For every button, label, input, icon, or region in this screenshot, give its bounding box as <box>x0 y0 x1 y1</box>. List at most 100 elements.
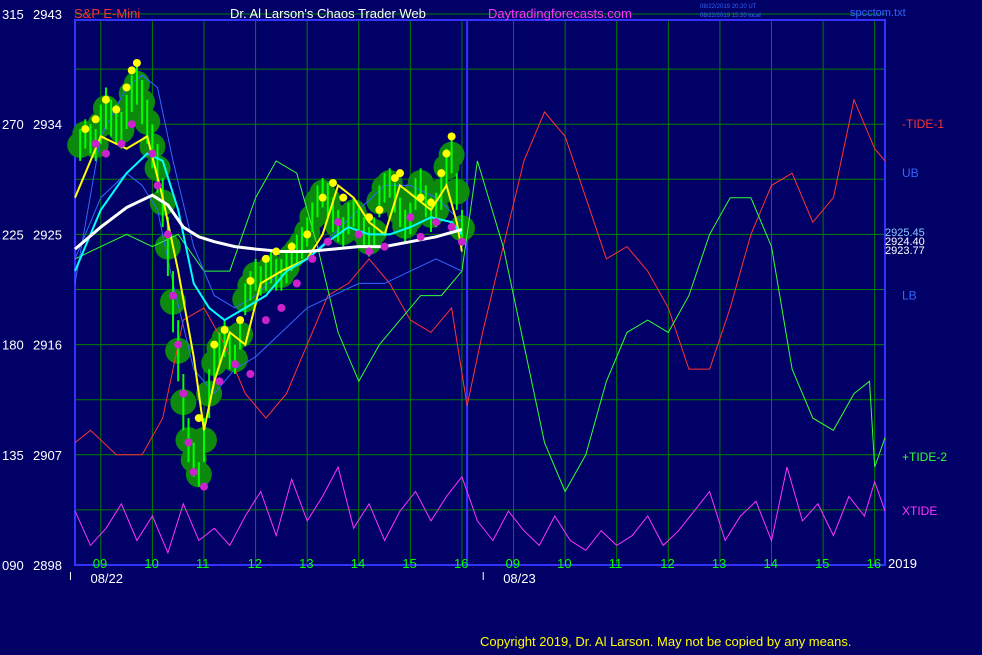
x-tick-label: 13 <box>299 556 313 571</box>
low-marker <box>117 139 126 148</box>
high-marker <box>91 115 100 124</box>
low-marker <box>91 139 100 148</box>
x-tick-label: 15 <box>815 556 829 571</box>
low-marker <box>189 467 198 476</box>
high-marker <box>447 132 456 141</box>
high-marker <box>261 254 270 263</box>
date-label: 08/22 <box>90 571 123 586</box>
low-marker <box>447 223 456 232</box>
site-url[interactable]: Daytradingforecasts.com <box>488 6 632 21</box>
y-price-label: 2916 <box>33 338 62 353</box>
high-marker <box>426 198 435 207</box>
high-marker <box>365 213 374 222</box>
chart-area: 315 2943 270 2934 225 2925 180 2916 135 2907 090 28… <box>0 0 982 650</box>
chart-svg: 315 2943 270 2934 225 2925 180 2916 135 2907 090 28… <box>0 0 982 650</box>
y-tick-label: 135 <box>2 448 24 463</box>
high-marker <box>396 169 405 178</box>
high-marker <box>220 325 229 334</box>
low-marker <box>406 213 415 222</box>
x-tick-label: 10 <box>144 556 158 571</box>
x-tick-label: 12 <box>660 556 674 571</box>
low-marker <box>432 218 441 227</box>
current-price-label: 2923.77 <box>885 245 925 257</box>
x-tick-label: 15 <box>402 556 416 571</box>
low-marker <box>292 279 301 288</box>
high-marker <box>375 205 384 214</box>
date-label: 08/23 <box>503 571 536 586</box>
low-marker <box>169 291 178 300</box>
file-name: spcctom.txt <box>850 7 906 19</box>
high-marker <box>272 247 281 256</box>
x-tick-label: 14 <box>351 556 365 571</box>
year-label: 2019 <box>888 556 917 571</box>
y-price-label: 2925 <box>33 227 62 242</box>
timestamp-local: 08/22/2019 15:20 local <box>700 13 761 19</box>
high-marker <box>318 193 327 202</box>
high-marker <box>210 340 219 349</box>
high-marker <box>303 230 312 239</box>
low-marker <box>153 181 162 190</box>
x-tick-label: 16 <box>867 556 881 571</box>
x-tick-label: 16 <box>454 556 468 571</box>
y-price-label: 2934 <box>33 117 62 132</box>
high-marker <box>127 66 136 75</box>
x-tick-label: 09 <box>506 556 520 571</box>
high-marker <box>101 95 110 104</box>
timestamp-ut: 08/22/2019 20:20 UT <box>700 4 757 10</box>
series-legend: UB <box>902 166 919 180</box>
low-marker <box>215 377 224 386</box>
high-marker <box>132 58 141 67</box>
x-tick-label: 09 <box>93 556 107 571</box>
high-marker <box>442 149 451 158</box>
high-marker <box>287 242 296 251</box>
low-marker <box>380 242 389 251</box>
low-marker <box>416 232 425 241</box>
low-marker <box>127 120 136 129</box>
high-marker <box>437 169 446 178</box>
x-tick-label: 14 <box>763 556 777 571</box>
high-marker <box>328 178 337 187</box>
low-marker <box>457 237 466 246</box>
series-legend: XTIDE <box>902 504 937 518</box>
low-marker <box>323 237 332 246</box>
series-legend: LB <box>902 289 917 303</box>
low-marker <box>230 360 239 369</box>
x-tick-label: 11 <box>609 556 623 571</box>
high-marker <box>194 414 203 423</box>
high-marker <box>122 83 131 92</box>
high-marker <box>339 193 348 202</box>
low-marker <box>334 218 343 227</box>
low-marker <box>365 247 374 256</box>
y-tick-label: 225 <box>2 227 24 242</box>
series-legend: -TIDE-1 <box>902 117 944 131</box>
x-tick-label: 11 <box>196 556 210 571</box>
low-marker <box>163 230 172 239</box>
y-price-label: 2907 <box>33 448 62 463</box>
low-marker <box>184 438 193 447</box>
low-marker <box>246 369 255 378</box>
low-marker <box>277 303 286 312</box>
series-legend: +TIDE-2 <box>902 450 947 464</box>
x-tick-label: 12 <box>248 556 262 571</box>
low-marker <box>101 149 110 158</box>
high-marker <box>112 105 121 114</box>
copyright-notice: Copyright 2019, Dr. Al Larson. May not b… <box>480 634 851 649</box>
high-marker <box>416 193 425 202</box>
low-marker <box>354 230 363 239</box>
low-marker <box>174 340 183 349</box>
x-tick-label: 10 <box>557 556 571 571</box>
low-marker <box>179 389 188 398</box>
instrument-label: S&P E-Mini <box>74 6 140 21</box>
y-tick-label: 180 <box>2 338 24 353</box>
low-marker <box>148 149 157 158</box>
y-tick-label: 315 <box>2 7 24 22</box>
y-price-label: 2898 <box>33 558 62 573</box>
low-marker <box>199 482 208 491</box>
y-price-label: 2943 <box>33 7 62 22</box>
low-marker <box>308 254 317 263</box>
high-marker <box>81 125 90 134</box>
y-tick-label: 270 <box>2 117 24 132</box>
high-marker <box>246 276 255 285</box>
low-marker <box>261 316 270 325</box>
x-tick-label: 13 <box>712 556 726 571</box>
